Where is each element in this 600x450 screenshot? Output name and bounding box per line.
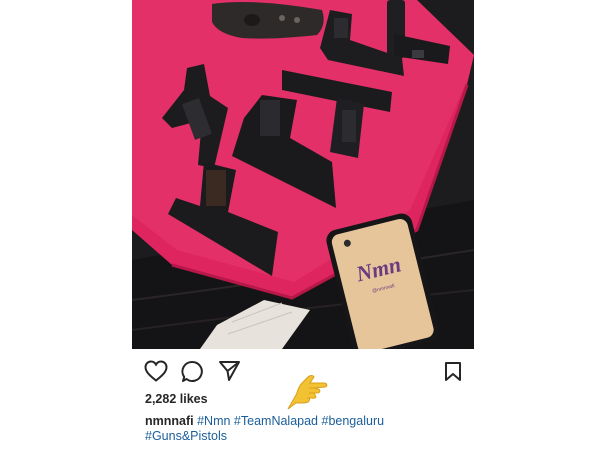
bookmark-icon[interactable] [444, 361, 462, 387]
heart-icon[interactable] [144, 360, 168, 387]
hashtag-link[interactable]: #TeamNalapad [234, 414, 318, 428]
pointing-hand-emoji [280, 365, 330, 416]
caption-username[interactable]: nmnnafi [145, 414, 194, 428]
post-caption: nmnnafi #Nmn #TeamNalapad #bengaluru #Gu… [145, 414, 465, 444]
hashtag-link[interactable]: #Nmn [197, 414, 230, 428]
post-actions-bar [132, 349, 474, 410]
instagram-post: Nmn @nmnnafi 2,282 likes nmnnafi #Nmn #T… [132, 0, 474, 450]
hashtag-link[interactable]: #bengaluru [322, 414, 385, 428]
comment-icon[interactable] [181, 360, 204, 388]
post-photo[interactable]: Nmn @nmnnafi [132, 0, 474, 349]
likes-count[interactable]: 2,282 likes [145, 392, 208, 406]
hashtag-link[interactable]: #Guns&Pistols [145, 429, 227, 443]
send-icon[interactable] [218, 360, 241, 387]
